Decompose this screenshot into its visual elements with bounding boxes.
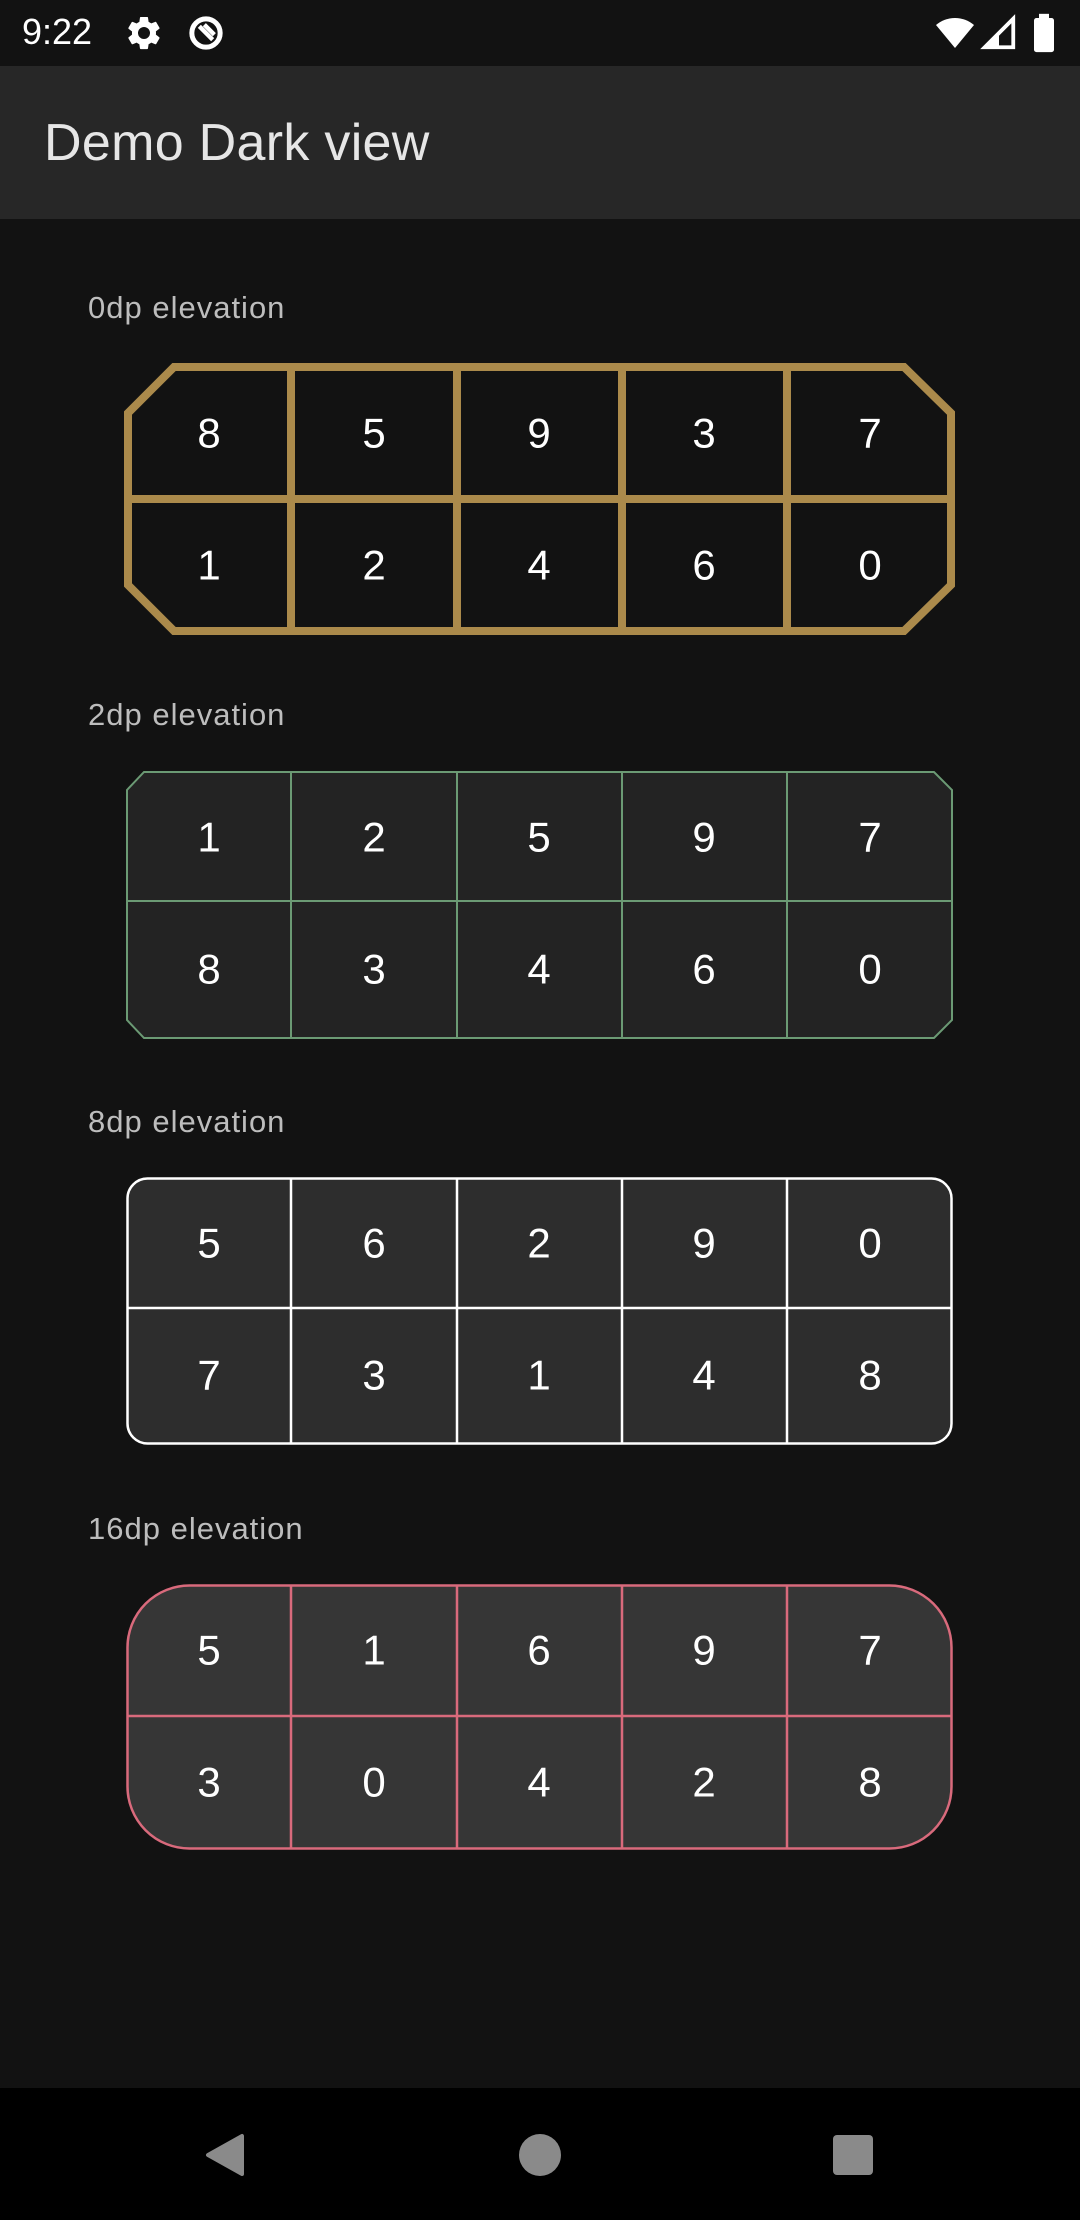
wifi-icon xyxy=(934,13,976,53)
grid-svg-16dp: 5 1 6 9 7 3 0 4 2 8 xyxy=(126,1584,953,1850)
cell-0-1: 2 xyxy=(362,814,385,861)
cell-0-4: 7 xyxy=(858,814,881,861)
data-saver-icon xyxy=(186,13,226,53)
cell-1-0: 8 xyxy=(197,946,220,993)
section-label-2dp: 2dp elevation xyxy=(88,697,286,732)
grid-card-8dp: 5 6 2 9 0 7 3 1 4 8 xyxy=(126,1177,953,1445)
cell-1-3: 2 xyxy=(692,1759,715,1806)
cell-1-2: 4 xyxy=(527,1759,550,1806)
cell-1-3: 6 xyxy=(692,946,715,993)
cell-1-1: 3 xyxy=(362,1352,385,1399)
cell-0-3: 3 xyxy=(692,410,715,457)
section-label-8dp: 8dp elevation xyxy=(88,1104,286,1139)
cell-0-3: 9 xyxy=(692,1627,715,1674)
grid-card-0dp: 8 5 9 3 7 1 2 4 6 0 xyxy=(124,363,955,635)
cell-0-2: 6 xyxy=(527,1627,550,1674)
home-icon[interactable] xyxy=(513,2128,567,2182)
cell-1-3: 6 xyxy=(692,542,715,589)
cell-0-2: 5 xyxy=(527,814,550,861)
status-bar: 9:22 xyxy=(0,0,1080,66)
battery-icon xyxy=(1030,13,1058,53)
cell-0-0: 1 xyxy=(197,814,220,861)
cell-1-0: 1 xyxy=(197,542,220,589)
grid-card-2dp: 1 2 5 9 7 8 3 4 6 0 xyxy=(126,771,953,1039)
cell-0-3: 9 xyxy=(692,1220,715,1267)
cell-1-2: 4 xyxy=(527,946,550,993)
cell-0-4: 0 xyxy=(858,1220,881,1267)
section-label-0dp: 0dp elevation xyxy=(88,290,286,325)
cell-0-0: 5 xyxy=(197,1627,220,1674)
grid-svg-0dp: 8 5 9 3 7 1 2 4 6 0 xyxy=(124,363,955,635)
app-title: Demo Dark view xyxy=(44,114,430,172)
cell-1-2: 4 xyxy=(527,542,550,589)
cell-0-0: 5 xyxy=(197,1220,220,1267)
grid-card-16dp: 5 1 6 9 7 3 0 4 2 8 xyxy=(126,1584,953,1852)
cell-1-4: 0 xyxy=(858,542,881,589)
cell-1-2: 1 xyxy=(527,1352,550,1399)
app-bar: Demo Dark view xyxy=(0,66,1080,219)
cell-1-1: 0 xyxy=(362,1759,385,1806)
cell-1-0: 7 xyxy=(197,1352,220,1399)
cell-0-0: 8 xyxy=(197,410,220,457)
cell-1-4: 8 xyxy=(858,1759,881,1806)
cell-0-2: 2 xyxy=(527,1220,550,1267)
cell-signal-icon xyxy=(980,13,1018,53)
cell-0-4: 7 xyxy=(858,410,881,457)
status-time: 9:22 xyxy=(22,11,93,52)
cell-1-1: 2 xyxy=(362,542,385,589)
cell-1-0: 3 xyxy=(197,1759,220,1806)
cell-0-1: 5 xyxy=(362,410,385,457)
cell-1-3: 4 xyxy=(692,1352,715,1399)
navigation-bar xyxy=(0,2088,1080,2220)
recents-icon[interactable] xyxy=(826,2128,880,2182)
cell-1-4: 8 xyxy=(858,1352,881,1399)
cell-1-1: 3 xyxy=(362,946,385,993)
cell-0-3: 9 xyxy=(692,814,715,861)
cell-0-1: 6 xyxy=(362,1220,385,1267)
cell-1-4: 0 xyxy=(858,946,881,993)
cell-0-1: 1 xyxy=(362,1627,385,1674)
cell-0-2: 9 xyxy=(527,410,550,457)
settings-icon xyxy=(124,13,164,53)
cell-0-4: 7 xyxy=(858,1627,881,1674)
back-icon[interactable] xyxy=(198,2128,252,2182)
section-label-16dp: 16dp elevation xyxy=(88,1511,304,1546)
grid-svg-2dp: 1 2 5 9 7 8 3 4 6 0 xyxy=(126,771,953,1039)
grid-svg-8dp: 5 6 2 9 0 7 3 1 4 8 xyxy=(126,1177,953,1445)
